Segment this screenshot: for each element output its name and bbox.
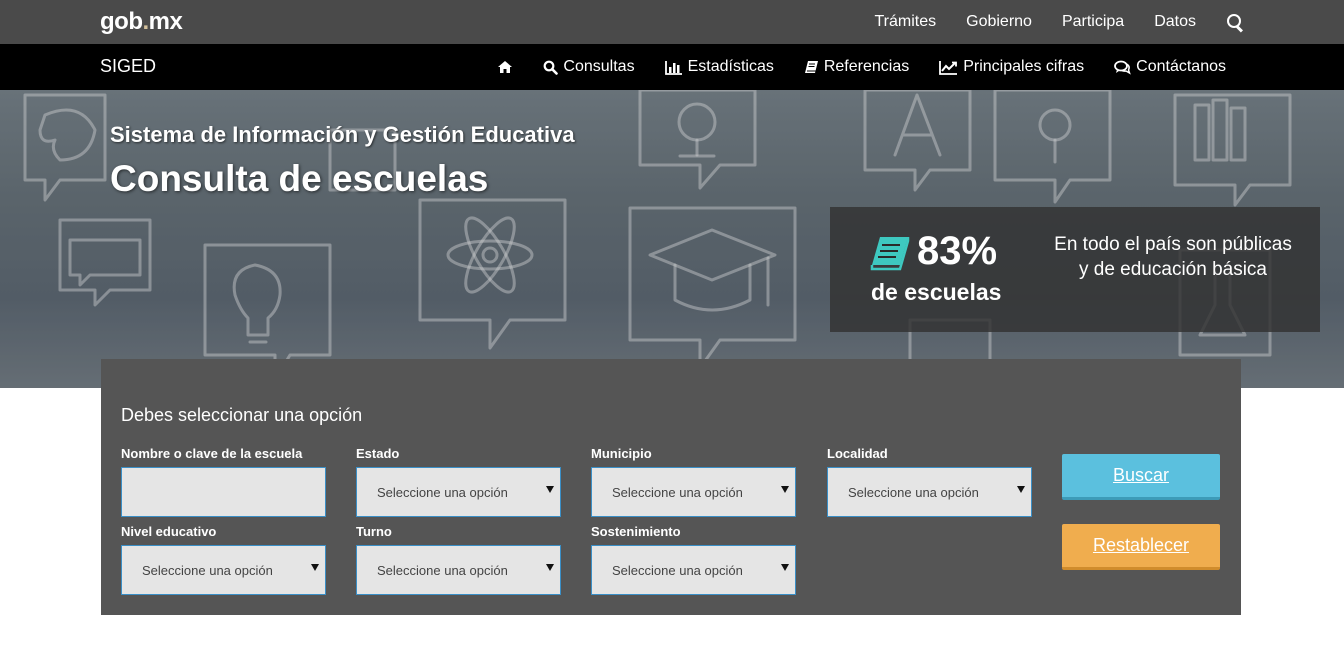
reset-button[interactable]: Restablecer: [1062, 524, 1220, 570]
top-bar: gob.mx Trámites Gobierno Participa Datos: [0, 0, 1344, 44]
nav-principales-cifras[interactable]: Principales cifras: [939, 58, 1084, 76]
caret-down-icon: [311, 564, 319, 571]
logo-text-mx: mx: [148, 8, 183, 35]
stat-label: de escuelas: [871, 279, 1002, 305]
municipio-select-value: Seleccione una opción: [612, 484, 743, 500]
bar-chart-icon: [664, 60, 682, 75]
nivel-select-value: Seleccione una opción: [142, 562, 273, 578]
search-icon[interactable]: [1226, 13, 1244, 31]
nav-referencias-label: Referencias: [823, 58, 910, 75]
turno-select[interactable]: Seleccione una opción: [356, 545, 561, 595]
caret-down-icon: [781, 564, 789, 571]
search-button[interactable]: Buscar: [1062, 454, 1220, 500]
form-title: Debes seleccionar una opción: [121, 405, 363, 425]
hero-banner: Sistema de Información y Gestión Educati…: [0, 90, 1344, 388]
sostenimiento-select[interactable]: Seleccione una opción: [591, 545, 796, 595]
search-icon: [544, 60, 559, 75]
sostenimiento-select-value: Seleccione una opción: [612, 562, 743, 578]
top-nav-datos[interactable]: Datos: [1154, 13, 1196, 31]
logo-text-gob: gob: [100, 8, 143, 35]
label-nivel: Nivel educativo: [121, 524, 217, 539]
stat-description: En todo el país son públicas y de educac…: [1054, 234, 1292, 280]
siged-nav: Consultas Estadísticas Referencias Princ…: [497, 44, 1226, 90]
book-icon: [804, 60, 818, 73]
comments-icon: [1114, 60, 1131, 75]
caret-down-icon: [781, 486, 789, 493]
siged-brand[interactable]: SIGED: [100, 56, 156, 77]
home-icon: [498, 61, 513, 73]
label-turno: Turno: [356, 524, 392, 539]
label-sostenimiento: Sostenimiento: [591, 524, 681, 539]
hero-title: Consulta de escuelas: [110, 158, 489, 199]
top-nav-tramites[interactable]: Trámites: [874, 13, 936, 31]
estado-select-value: Seleccione una opción: [377, 484, 508, 500]
nav-consultas[interactable]: Consultas: [543, 58, 635, 76]
school-name-input[interactable]: [122, 468, 325, 516]
nav-home[interactable]: [497, 60, 513, 74]
nivel-select[interactable]: Seleccione una opción: [121, 545, 326, 595]
nav-contactanos-label: Contáctanos: [1136, 58, 1226, 75]
book-icon: [870, 237, 910, 271]
school-name-field[interactable]: [121, 467, 326, 517]
label-municipio: Municipio: [591, 446, 652, 461]
label-nombre: Nombre o clave de la escuela: [121, 446, 303, 461]
nav-principales-cifras-label: Principales cifras: [963, 58, 1085, 75]
hero-subtitle: Sistema de Información y Gestión Educati…: [110, 122, 575, 147]
gobmx-logo[interactable]: gob.mx: [100, 8, 183, 36]
municipio-select[interactable]: Seleccione una opción: [591, 467, 796, 517]
stat-percentage: 83%: [917, 229, 998, 273]
nav-referencias[interactable]: Referencias: [804, 58, 909, 76]
nav-contactanos[interactable]: Contáctanos: [1114, 58, 1226, 76]
label-estado: Estado: [356, 446, 400, 461]
turno-select-value: Seleccione una opción: [377, 562, 508, 578]
line-chart-icon: [939, 60, 958, 75]
caret-down-icon: [546, 564, 554, 571]
stat-card: 83% de escuelas En todo el país son públ…: [830, 207, 1320, 332]
nav-estadisticas-label: Estadísticas: [687, 58, 774, 75]
nav-estadisticas[interactable]: Estadísticas: [664, 58, 774, 76]
estado-select[interactable]: Seleccione una opción: [356, 467, 561, 517]
localidad-select-value: Seleccione una opción: [848, 484, 979, 500]
siged-nav-bar: SIGED Consultas Estadísticas Referencias…: [0, 44, 1344, 90]
top-nav-participa[interactable]: Participa: [1062, 13, 1124, 31]
top-nav: Trámites Gobierno Participa Datos: [874, 0, 1244, 44]
nav-consultas-label: Consultas: [563, 58, 635, 75]
caret-down-icon: [546, 486, 554, 493]
localidad-select[interactable]: Seleccione una opción: [827, 467, 1032, 517]
caret-down-icon: [1017, 486, 1025, 493]
label-localidad: Localidad: [827, 446, 888, 461]
top-nav-gobierno[interactable]: Gobierno: [966, 13, 1032, 31]
search-form-panel: Debes seleccionar una opción Nombre o cl…: [101, 359, 1241, 615]
